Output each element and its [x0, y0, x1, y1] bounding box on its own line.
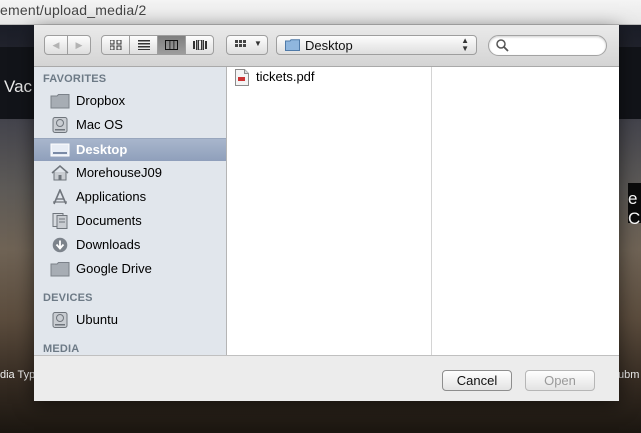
sidebar-section-media: MEDIA: [43, 343, 80, 355]
column-view-icon: [165, 40, 178, 50]
sidebar-item-label: Downloads: [76, 237, 141, 252]
open-button[interactable]: Open: [525, 370, 595, 391]
dialog-toolbar: ◀ ▶ ▼ Desktop ▲ ▼: [34, 25, 619, 67]
cover-flow-icon: [192, 40, 207, 50]
sidebar-item-label: Applications: [76, 189, 147, 204]
file-column-1[interactable]: tickets.pdf: [227, 67, 432, 355]
documents-icon: [52, 213, 68, 229]
folder-icon: [285, 39, 300, 51]
file-name: tickets.pdf: [256, 69, 315, 84]
location-label: Desktop: [305, 38, 353, 53]
popup-arrows-icon: ▲ ▼: [461, 36, 469, 53]
sidebar-item-label: Mac OS: [76, 117, 123, 132]
sidebar-section-favorites: FAVORITES: [43, 73, 107, 85]
hard-drive-icon: [52, 312, 68, 328]
search-input[interactable]: [515, 38, 601, 53]
sidebar-item-ubuntu[interactable]: Ubuntu: [34, 309, 226, 331]
back-arrow-icon: ◀: [52, 39, 60, 50]
location-popup[interactable]: Desktop ▲ ▼: [276, 35, 477, 55]
downloads-icon: [52, 237, 68, 253]
sidebar-item-mac-os[interactable]: Mac OS: [34, 114, 226, 136]
sidebar-item-label: MorehouseJ09: [76, 165, 162, 180]
sidebar-item-morehousej09[interactable]: MorehouseJ09: [34, 162, 226, 184]
open-file-dialog: ◀ ▶ ▼ Desktop ▲ ▼ FAVORITES Dropbox Mac …: [34, 25, 619, 401]
dialog-button-bar: Cancel Open: [34, 355, 619, 401]
sidebar-section-devices: DEVICES: [43, 292, 93, 304]
page-edge-block: e C: [628, 183, 641, 228]
url-text: ement/upload_media/2: [0, 2, 147, 18]
applications-icon: [53, 189, 67, 205]
desktop-icon: [50, 143, 70, 157]
folder-icon: [50, 262, 70, 277]
sidebar-item-dropbox[interactable]: Dropbox: [34, 90, 226, 112]
chevron-down-icon: ▼: [254, 39, 262, 48]
sidebar-item-applications[interactable]: Applications: [34, 186, 226, 208]
forward-button[interactable]: ▶: [67, 35, 91, 55]
sidebar-item-label: Desktop: [76, 142, 128, 157]
sidebar-item-downloads[interactable]: Downloads: [34, 234, 226, 256]
cover-flow-view-button[interactable]: [185, 35, 214, 55]
arrange-grid-icon: [235, 40, 246, 47]
search-icon: [496, 39, 509, 52]
sidebar: FAVORITES Dropbox Mac OS Desktop Morehou…: [34, 67, 227, 355]
cancel-button[interactable]: Cancel: [442, 370, 512, 391]
list-view-button[interactable]: [129, 35, 158, 55]
forward-arrow-icon: ▶: [75, 39, 83, 50]
file-item-tickets[interactable]: tickets.pdf: [235, 69, 415, 87]
file-column-2[interactable]: [432, 67, 619, 355]
site-brand-text: Vac: [4, 77, 33, 96]
browser-address-bar[interactable]: ement/upload_media/2: [0, 0, 641, 25]
icon-view-icon: [109, 40, 121, 50]
sidebar-item-label: Dropbox: [76, 93, 126, 108]
column-view-button[interactable]: [157, 35, 186, 55]
page-edge-text: e C: [628, 189, 641, 228]
sidebar-item-label: Google Drive: [76, 261, 152, 276]
hard-drive-icon: [52, 117, 68, 133]
submit-fragment: ubm: [618, 369, 640, 381]
sidebar-item-label: Documents: [76, 213, 142, 228]
search-field[interactable]: [488, 35, 607, 56]
sidebar-item-google-drive[interactable]: Google Drive: [34, 258, 226, 280]
pdf-file-icon: [235, 69, 249, 86]
arrange-menu-button[interactable]: ▼: [226, 35, 268, 55]
back-button[interactable]: ◀: [44, 35, 68, 55]
sidebar-item-documents[interactable]: Documents: [34, 210, 226, 232]
sidebar-item-desktop[interactable]: Desktop: [34, 138, 226, 161]
home-icon: [51, 165, 69, 181]
icon-view-button[interactable]: [101, 35, 130, 55]
sidebar-item-label: Ubuntu: [76, 312, 118, 327]
list-view-icon: [137, 40, 150, 50]
folder-icon: [50, 94, 70, 109]
